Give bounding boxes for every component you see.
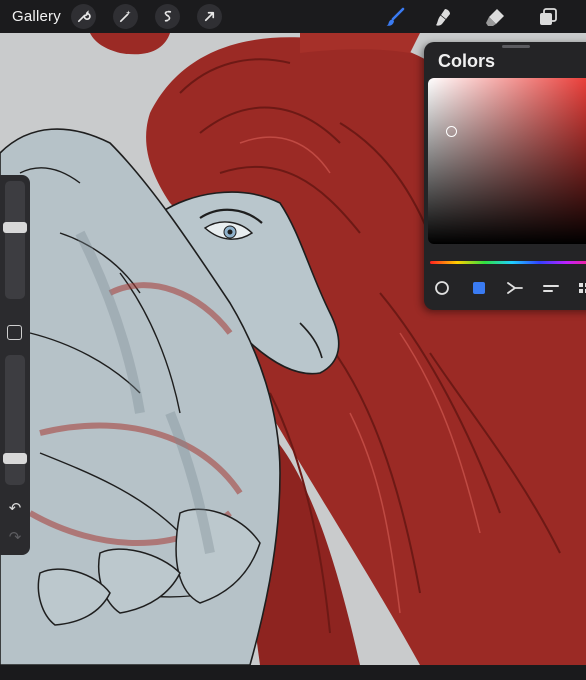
brush-opacity-thumb[interactable] bbox=[3, 453, 27, 464]
layers-icon[interactable] bbox=[535, 4, 561, 30]
harmony-icon[interactable] bbox=[506, 279, 524, 297]
smudge-icon[interactable] bbox=[430, 4, 456, 30]
saturation-brightness-picker[interactable] bbox=[428, 78, 586, 244]
top-toolbar: Gallery bbox=[0, 0, 586, 33]
color-picker-cursor[interactable] bbox=[446, 126, 457, 137]
transform-arrow-icon[interactable] bbox=[197, 4, 222, 29]
left-sidebar: ↶ ↷ bbox=[0, 175, 30, 555]
modify-button[interactable] bbox=[7, 325, 22, 340]
brush-size-slider[interactable] bbox=[3, 181, 27, 299]
procreate-app: Gallery ↶ ↷ Colors bbox=[0, 0, 586, 680]
colors-title: Colors bbox=[438, 51, 496, 71]
magic-wand-icon[interactable] bbox=[113, 4, 138, 29]
value-icon[interactable] bbox=[542, 279, 560, 297]
colors-panel: Colors bbox=[424, 42, 586, 310]
redo-icon[interactable]: ↷ bbox=[6, 530, 24, 546]
palettes-icon[interactable] bbox=[576, 279, 586, 297]
wrench-icon[interactable] bbox=[71, 4, 96, 29]
panel-grabber[interactable] bbox=[502, 45, 530, 48]
hue-slider[interactable] bbox=[430, 261, 586, 264]
disc-icon[interactable] bbox=[433, 279, 451, 297]
eraser-icon[interactable] bbox=[482, 4, 508, 30]
selection-icon[interactable] bbox=[155, 4, 180, 29]
brush-icon[interactable] bbox=[382, 4, 408, 30]
classic-icon[interactable] bbox=[470, 279, 488, 297]
brush-size-thumb[interactable] bbox=[3, 222, 27, 233]
brush-opacity-slider[interactable] bbox=[3, 355, 27, 485]
gallery-button[interactable]: Gallery bbox=[12, 8, 61, 25]
bottom-bar bbox=[0, 665, 586, 680]
undo-icon[interactable]: ↶ bbox=[6, 501, 24, 517]
